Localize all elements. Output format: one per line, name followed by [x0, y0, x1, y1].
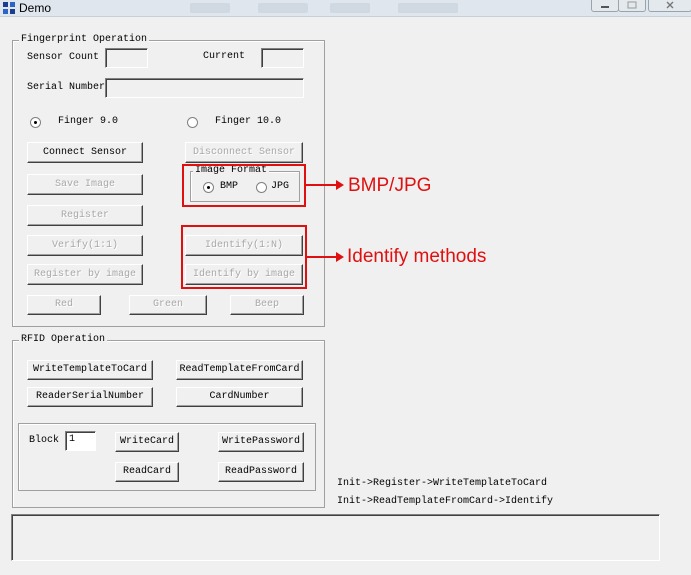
- maximize-button[interactable]: [618, 0, 646, 12]
- read-card-button[interactable]: ReadCard: [115, 462, 179, 482]
- connect-sensor-button[interactable]: Connect Sensor: [27, 142, 143, 163]
- blurred-menu: [258, 3, 308, 13]
- format-annotation: BMP/JPG: [348, 175, 432, 196]
- sensor-count-label: Sensor Count: [27, 52, 100, 63]
- workflow-note-1: Init->Register->WriteTemplateToCard: [337, 478, 548, 489]
- finger9-label: Finger 9.0: [58, 116, 119, 127]
- workflow-note-2: Init->ReadTemplateFromCard->Identify: [337, 496, 554, 507]
- register-by-image-button[interactable]: Register by image: [27, 264, 143, 285]
- block-label: Block: [29, 435, 60, 446]
- rfid-group-label: RFID Operation: [19, 334, 108, 346]
- close-icon: [666, 1, 674, 9]
- current-label: Current: [203, 51, 246, 62]
- sensor-count-field[interactable]: [105, 48, 148, 68]
- green-button[interactable]: Green: [129, 295, 207, 315]
- blurred-menu: [398, 3, 458, 13]
- read-password-button[interactable]: ReadPassword: [218, 462, 304, 482]
- arrow-right-icon: [336, 180, 344, 190]
- write-password-button[interactable]: WritePassword: [218, 432, 304, 452]
- verify-button[interactable]: Verify(1:1): [27, 235, 143, 256]
- reader-serial-number-button[interactable]: ReaderSerialNumber: [27, 387, 153, 407]
- finger9-radio[interactable]: [30, 117, 41, 128]
- window-title: Demo: [19, 1, 52, 15]
- write-card-button[interactable]: WriteCard: [115, 432, 179, 452]
- identify-annotation: Identify methods: [347, 246, 487, 267]
- app-icon: [3, 2, 15, 14]
- read-template-from-card-button[interactable]: ReadTemplateFromCard: [176, 360, 303, 380]
- serial-number-field[interactable]: [105, 78, 304, 98]
- save-image-button[interactable]: Save Image: [27, 174, 143, 195]
- fingerprint-group-label: Fingerprint Operation: [19, 34, 150, 46]
- finger10-label: Finger 10.0: [215, 116, 282, 127]
- identify-highlight: [181, 225, 307, 289]
- red-button[interactable]: Red: [27, 295, 101, 315]
- minimize-button[interactable]: [591, 0, 619, 12]
- arrow-right-icon: [336, 252, 344, 262]
- write-template-to-card-button[interactable]: WriteTemplateToCard: [27, 360, 153, 380]
- current-field[interactable]: [261, 48, 304, 68]
- serial-number-label: Serial Number: [27, 82, 106, 93]
- card-number-button[interactable]: CardNumber: [176, 387, 303, 407]
- finger10-radio[interactable]: [187, 117, 198, 128]
- beep-button[interactable]: Beep: [230, 295, 304, 315]
- close-button[interactable]: [648, 0, 691, 12]
- blurred-menu: [190, 3, 230, 13]
- minimize-icon: [601, 6, 609, 8]
- block-input[interactable]: 1: [65, 431, 96, 451]
- blurred-menu: [330, 3, 370, 13]
- maximize-icon: [627, 1, 637, 9]
- title-bar: Demo: [0, 0, 691, 17]
- status-box: [11, 514, 660, 561]
- arrow-line: [306, 184, 338, 186]
- arrow-line: [307, 256, 338, 258]
- disconnect-sensor-button[interactable]: Disconnect Sensor: [185, 142, 303, 163]
- register-button[interactable]: Register: [27, 205, 143, 226]
- image-format-highlight: [182, 164, 306, 207]
